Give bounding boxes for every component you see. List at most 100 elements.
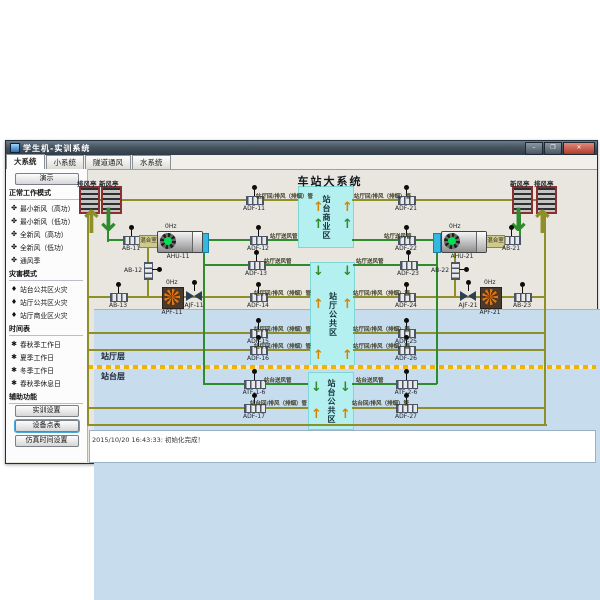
aux-button-0[interactable]: 实训设置 bbox=[15, 405, 79, 417]
damper-label: ADF-22 bbox=[389, 245, 423, 252]
flow-arrow-up: ↑ bbox=[342, 218, 353, 231]
flow-arrow-up: ↑ bbox=[313, 218, 324, 231]
tab-0[interactable]: 大系统 bbox=[6, 154, 45, 169]
actuator-dot bbox=[256, 318, 261, 323]
duct-label: 站厅回/排风（排烟）管 bbox=[353, 289, 410, 297]
sidebar-item[interactable]: ✤全新风（低功） bbox=[6, 240, 87, 253]
damper-label: AB-11 bbox=[114, 245, 148, 252]
fan-icon: ✤ bbox=[10, 230, 18, 238]
valve-label: AJF-11 bbox=[177, 302, 211, 309]
actuator-dot bbox=[404, 225, 409, 230]
window-title: 学生机-实训系统 bbox=[23, 143, 90, 154]
sidebar-item[interactable]: ✱冬季工作日 bbox=[6, 363, 87, 376]
sidebar-sections: 正常工作模式✤最小新风（高功）✤最小新风（低功）✤全新风（高功）✤全新风（低功）… bbox=[6, 188, 87, 404]
tab-2[interactable]: 隧道通风 bbox=[85, 155, 131, 169]
sidebar-item[interactable]: ♦站台公共区火灾 bbox=[6, 282, 87, 295]
damper[interactable] bbox=[514, 293, 532, 302]
damper[interactable] bbox=[503, 236, 521, 245]
flow-arrow-down: ↓ bbox=[313, 265, 324, 278]
aux-button-2[interactable]: 仿真时间设置 bbox=[15, 435, 79, 447]
actuator-stem bbox=[254, 374, 255, 380]
duct-label: 站厅回/排风（排烟）管 bbox=[354, 192, 411, 200]
fan-icon: ✤ bbox=[10, 243, 18, 251]
status-message: 2015/10/20 16:43:33: 初始化完成！ bbox=[92, 434, 204, 444]
actuator-stem bbox=[406, 374, 407, 380]
damper-label: ADF-11 bbox=[237, 205, 271, 212]
duct-label: 站厅回/排风（排烟）管 bbox=[254, 325, 311, 333]
fan-frequency: 0Hz bbox=[166, 279, 177, 286]
sidebar-item-label: 冬季工作日 bbox=[20, 365, 54, 375]
duct-label: 站台送风管 bbox=[356, 376, 384, 384]
flow-arrow-up: ↑ bbox=[342, 349, 353, 362]
minimize-button[interactable]: – bbox=[525, 142, 543, 155]
duct-label: 站厅送风管 bbox=[356, 257, 384, 265]
maximize-button[interactable]: ❐ bbox=[544, 142, 562, 155]
titlebar[interactable]: 学生机-实训系统 –❐✕ bbox=[6, 141, 597, 155]
sidebar-item[interactable]: ✤通风季 bbox=[6, 253, 87, 266]
damper[interactable] bbox=[400, 261, 418, 270]
actuator-dot bbox=[256, 282, 261, 287]
duct-connector bbox=[433, 233, 441, 253]
actuator-dot bbox=[252, 369, 257, 374]
demo-button[interactable]: 演示 bbox=[15, 173, 79, 185]
damper-label: AB-23 bbox=[505, 302, 539, 309]
tab-1[interactable]: 小系统 bbox=[46, 155, 85, 169]
damper[interactable] bbox=[396, 380, 418, 389]
actuator-dot bbox=[256, 225, 261, 230]
butterfly-valve[interactable] bbox=[460, 291, 476, 301]
sidebar-item[interactable]: ✱春秋季休息日 bbox=[6, 376, 87, 389]
damper-label: ADF-12 bbox=[241, 245, 275, 252]
ahu-hub bbox=[164, 237, 172, 245]
damper-label: ATF-1-6 bbox=[237, 389, 271, 396]
level-label-hall: 站厅层 bbox=[101, 351, 125, 362]
damper-label: ADF-15 bbox=[241, 338, 275, 345]
aux-button-1[interactable]: 设备点表 bbox=[15, 420, 79, 432]
actuator-stem bbox=[118, 287, 119, 293]
sidebar-item[interactable]: ✤最小新风（高功） bbox=[6, 201, 87, 214]
sidebar-item[interactable]: ✱夏季工作日 bbox=[6, 350, 87, 363]
fan-label: APF-21 bbox=[473, 309, 507, 316]
sidebar-item-label: 站厅商业区火灾 bbox=[20, 310, 68, 320]
close-button[interactable]: ✕ bbox=[563, 142, 595, 155]
ahu-fan[interactable] bbox=[441, 231, 487, 253]
calendar-icon: ✱ bbox=[10, 379, 18, 387]
fan-frequency: 0Hz bbox=[449, 223, 460, 230]
damper[interactable] bbox=[250, 236, 268, 245]
sidebar-item-label: 全新风（低功） bbox=[20, 242, 68, 252]
fan-label: AHU-21 bbox=[445, 253, 479, 260]
sidebar-section-header: 辅助功能 bbox=[9, 392, 83, 404]
sidebar-item[interactable]: ♦站厅商业区火灾 bbox=[6, 308, 87, 321]
aux-buttons: 实训设置设备点表仿真时间设置 bbox=[6, 405, 87, 447]
sidebar-item[interactable]: ✱春秋季工作日 bbox=[6, 337, 87, 350]
damper-label: ATF-2-6 bbox=[389, 389, 423, 396]
actuator-stem bbox=[468, 285, 469, 291]
sidebar-item[interactable]: ✤全新风（高功） bbox=[6, 227, 87, 240]
flow-arrow-up: ↑ bbox=[529, 206, 556, 238]
sidebar-item[interactable]: ✤最小新风（低功） bbox=[6, 214, 87, 227]
sidebar-item[interactable]: ♦站厅公共区火灾 bbox=[6, 295, 87, 308]
tab-3[interactable]: 水系统 bbox=[132, 155, 171, 169]
vent-tower-label: 新风亭 bbox=[99, 178, 119, 188]
calendar-icon: ✱ bbox=[10, 366, 18, 374]
actuator-stem bbox=[522, 287, 523, 293]
window-controls: –❐✕ bbox=[525, 142, 595, 155]
actuator-dot bbox=[466, 280, 471, 285]
actuator-dot bbox=[404, 318, 409, 323]
flow-arrow-up: ↑ bbox=[313, 349, 324, 362]
flow-arrow-down: ↓ bbox=[505, 204, 532, 236]
ahu-fan[interactable] bbox=[157, 231, 203, 253]
flow-arrow-down: ↓ bbox=[342, 265, 353, 278]
duct-line bbox=[436, 242, 438, 384]
damper[interactable] bbox=[244, 380, 266, 389]
butterfly-valve[interactable] bbox=[186, 291, 202, 301]
message-log[interactable]: 2015/10/20 16:43:33: 初始化完成！ bbox=[89, 430, 596, 463]
fire-icon: ♦ bbox=[10, 298, 18, 306]
flow-arrow-up: ↑ bbox=[311, 408, 322, 421]
sidebar-section-header: 灾害模式 bbox=[9, 269, 83, 281]
duct-label: 站厅回/排风（排烟）管 bbox=[256, 192, 313, 200]
actuator-stem bbox=[408, 255, 409, 261]
damper[interactable] bbox=[110, 293, 128, 302]
actuator-dot bbox=[404, 282, 409, 287]
duct-label: 站厅回/排风（排烟）管 bbox=[353, 325, 410, 333]
damper-label: ADF-14 bbox=[241, 302, 275, 309]
